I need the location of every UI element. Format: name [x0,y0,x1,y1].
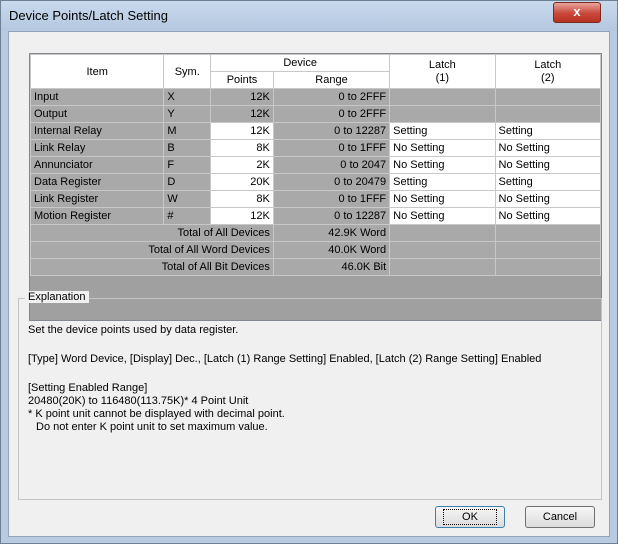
item-cell: Link Register [30,190,165,208]
range-cell: 0 to 2047 [272,156,391,174]
title-bar[interactable]: Device Points/Latch Setting x [1,1,617,31]
sym-cell: M [163,122,212,140]
explanation-text: Set the device points used by data regis… [28,324,239,336]
device-rows: Input X 12K 0 to 2FFF Output Y 12K 0 to 2FFF Int… [30,88,601,276]
total-value: 40.0K Word [272,241,391,259]
sym-cell: B [163,139,212,157]
points-cell[interactable]: 2K [210,156,274,174]
latch1-cell [389,88,496,106]
explanation-range: 20480(20K) to 116480(113.75K)* 4 Point U… [28,395,249,407]
points-cell[interactable]: 12K [210,207,274,225]
table-row: Output Y 12K 0 to 2FFF [30,105,601,123]
dialog-body: Item Sym. Device Latch (1) Latch (2) Poi… [8,31,610,537]
explanation-range-heading: [Setting Enabled Range] [28,382,148,394]
dialog-window: Device Points/Latch Setting x Item Sym. … [0,0,618,544]
table-row: Internal Relay M 12K 0 to 12287 Setting Setti… [30,122,601,140]
latch1-cell[interactable]: No Setting [389,139,496,157]
ok-button[interactable]: OK [435,506,505,528]
explanation-legend: Explanation [25,291,89,303]
item-cell: Link Relay [30,139,165,157]
table-row: Data Register D 20K 0 to 20479 Setting Settin… [30,173,601,191]
empty-cell [494,241,601,259]
latch2-cell[interactable]: No Setting [494,139,601,157]
item-cell: Motion Register [30,207,165,225]
cancel-button[interactable]: Cancel [525,506,595,528]
explanation-type: [Type] Word Device, [Display] Dec., [Lat… [28,353,542,365]
empty-cell [389,224,496,242]
range-cell: 0 to 12287 [272,122,391,140]
total-label: Total of All Word Devices [30,241,274,259]
points-cell[interactable]: 8K [210,190,274,208]
header-latch2: Latch (2) [494,54,601,89]
sym-cell: D [163,173,212,191]
table-row: Motion Register #12K 0 to 12287 No Setting N… [30,207,601,225]
totals-row: Total of All Bit Devices 46.0K Bit [30,258,601,276]
latch2-cell[interactable]: Setting [494,173,601,191]
item-cell: Data Register [30,173,165,191]
sym-cell: X [163,88,212,106]
range-cell: 0 to 20479 [272,173,391,191]
points-cell[interactable]: 8K [210,139,274,157]
sym-cell: # [163,207,212,225]
item-cell: Input [30,88,165,106]
item-cell: Annunciator [30,156,165,174]
total-value: 46.0K Bit [272,258,391,276]
latch2-cell [494,105,601,123]
points-cell[interactable]: 12K [210,122,274,140]
latch1-cell[interactable]: Setting [389,122,496,140]
item-cell: Internal Relay [30,122,165,140]
sym-cell: Y [163,105,212,123]
explanation-note2: Do not enter K point unit to set maximum… [36,421,268,433]
points-cell[interactable]: 20K [210,173,274,191]
header-range: Range [272,71,391,89]
latch1-cell[interactable]: Setting [389,173,496,191]
ok-button-label: OK [443,509,497,525]
empty-cell [389,258,496,276]
range-cell: 0 to 12287 [272,207,391,225]
range-cell: 0 to 2FFF [272,105,391,123]
latch2-cell[interactable]: Setting [494,122,601,140]
latch1-cell[interactable]: No Setting [389,156,496,174]
totals-row: Total of All Devices 42.9K Word [30,224,601,242]
close-icon: x [573,4,581,19]
header-sym: Sym. [163,54,212,89]
table-row: Input X 12K 0 to 2FFF [30,88,601,106]
latch1-cell[interactable]: No Setting [389,207,496,225]
close-button[interactable]: x [553,2,601,23]
table-row: Annunciator F 2K 0 to 2047 No Setting No Sett… [30,156,601,174]
dialog-title: Device Points/Latch Setting [9,8,168,23]
sym-cell: W [163,190,212,208]
explanation-note1: * K point unit cannot be displayed with … [28,408,285,420]
latch2-cell[interactable]: No Setting [494,156,601,174]
points-cell: 12K [210,105,274,123]
latch2-cell[interactable]: No Setting [494,207,601,225]
range-cell: 0 to 1FFF [272,190,391,208]
device-table: Item Sym. Device Latch (1) Latch (2) Poi… [30,54,601,276]
range-cell: 0 to 2FFF [272,88,391,106]
latch1-cell[interactable]: No Setting [389,190,496,208]
latch1-cell [389,105,496,123]
total-value: 42.9K Word [272,224,391,242]
cancel-button-label: Cancel [542,511,578,523]
range-cell: 0 to 1FFF [272,139,391,157]
total-label: Total of All Bit Devices [30,258,274,276]
table-row: Link Relay B 8K 0 to 1FFF No Setting No Setti… [30,139,601,157]
totals-row: Total of All Word Devices 40.0K Word [30,241,601,259]
table-row: Link Register W 8K 0 to 1FFF No Setting No Se… [30,190,601,208]
empty-cell [494,258,601,276]
header-item: Item [30,54,165,89]
empty-cell [494,224,601,242]
points-cell: 12K [210,88,274,106]
header-points: Points [210,71,274,89]
header-device: Device [210,54,391,72]
latch2-cell[interactable]: No Setting [494,190,601,208]
device-table-container: Item Sym. Device Latch (1) Latch (2) Poi… [29,53,602,321]
empty-cell [389,241,496,259]
latch2-cell [494,88,601,106]
explanation-group: Explanation Set the device points used b… [18,291,602,500]
header-latch1: Latch (1) [389,54,496,89]
sym-cell: F [163,156,212,174]
total-label: Total of All Devices [30,224,274,242]
item-cell: Output [30,105,165,123]
